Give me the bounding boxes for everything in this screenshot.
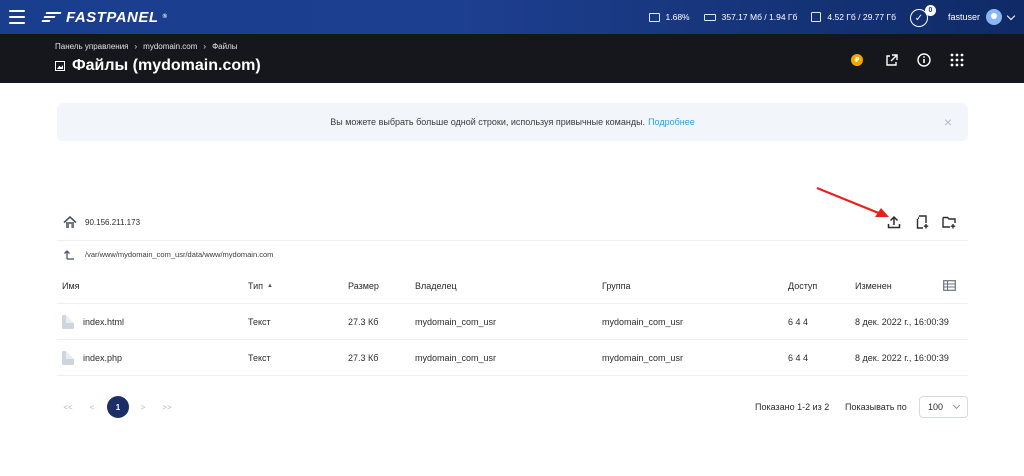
- ram-icon: [703, 13, 716, 21]
- file-modified: 8 дек. 2022 г., 16:00:39: [855, 316, 949, 327]
- user-menu[interactable]: fastuser: [947, 9, 1016, 25]
- file-access: 6 4 4: [788, 316, 809, 327]
- table-header: Имя Тип ▲ Размер Владелец Группа Доступ …: [57, 268, 968, 304]
- per-page-label: Показывать по: [845, 402, 907, 412]
- column-group[interactable]: Группа: [602, 268, 631, 303]
- page-header: Панель управления › mydomain.com › Файлы…: [0, 34, 1024, 83]
- column-settings[interactable]: [943, 268, 956, 303]
- table-row[interactable]: index.html Текст 27.3 Кб mydomain_com_us…: [57, 304, 968, 340]
- notifications-button[interactable]: ✓ 0: [909, 5, 936, 27]
- column-type-label: Тип: [248, 280, 264, 291]
- sort-asc-icon: ▲: [267, 282, 273, 289]
- column-name[interactable]: Имя: [62, 268, 80, 303]
- close-icon[interactable]: ×: [944, 114, 952, 130]
- upload-icon[interactable]: [887, 215, 901, 229]
- server-ip: 90.156.211.173: [85, 218, 141, 227]
- notice-more-link[interactable]: Подробнее: [648, 117, 695, 127]
- file-table: Имя Тип ▲ Размер Владелец Группа Доступ …: [57, 268, 968, 376]
- file-owner: mydomain_com_usr: [415, 316, 497, 327]
- file-icon: [62, 350, 74, 365]
- table-row[interactable]: index.php Текст 27.3 Кб mydomain_com_usr…: [57, 340, 968, 376]
- go-up-icon[interactable]: [63, 249, 75, 261]
- file-access: 6 4 4: [788, 352, 809, 363]
- file-group: mydomain_com_usr: [602, 352, 684, 363]
- file-type: Текст: [248, 352, 271, 363]
- info-notice: Вы можете выбрать больше одной строки, и…: [57, 103, 968, 141]
- avatar: [986, 9, 1002, 25]
- open-external-icon[interactable]: [883, 52, 899, 68]
- file-size: 27.3 Кб: [348, 352, 379, 363]
- coin-icon[interactable]: ₽: [851, 54, 863, 66]
- file-toolbar: 90.156.211.173: [57, 208, 968, 238]
- file-size: 27.3 Кб: [348, 316, 379, 327]
- breadcrumb: Панель управления › mydomain.com › Файлы: [55, 42, 238, 51]
- logo-registered-mark: ®: [162, 14, 168, 20]
- file-modified: 8 дек. 2022 г., 16:00:39: [855, 352, 949, 363]
- per-page-select[interactable]: 100: [919, 396, 968, 418]
- breadcrumb-files: Файлы: [212, 42, 238, 51]
- disk-value: 4.52 Гб / 29.77 Гб: [827, 12, 896, 22]
- logo-text: FASTPANEL: [66, 8, 159, 26]
- file-name: index.php: [83, 352, 123, 363]
- current-path: /var/www/mydomain_com_usr/data/www/mydom…: [85, 250, 274, 259]
- next-page-button[interactable]: >: [137, 396, 149, 418]
- prev-page-button[interactable]: <: [86, 396, 98, 418]
- chevron-down-icon: [952, 401, 961, 410]
- breadcrumb-separator: ›: [134, 42, 138, 51]
- file-name: index.html: [83, 316, 125, 327]
- per-page-value: 100: [928, 402, 944, 412]
- notice-text: Вы можете выбрать больше одной строки, и…: [330, 117, 646, 127]
- first-page-button[interactable]: <<: [61, 396, 75, 418]
- page-button-current[interactable]: 1: [107, 396, 129, 418]
- new-file-icon[interactable]: [915, 215, 929, 229]
- pagination-info: Показано 1-2 из 2: [755, 402, 830, 412]
- file-group: mydomain_com_usr: [602, 316, 684, 327]
- username: fastuser: [947, 12, 980, 22]
- current-path-bar: /var/www/mydomain_com_usr/data/www/mydom…: [57, 240, 968, 268]
- top-navbar: FASTPANEL ® 1.68% 357.17 Мб / 1.94 Гб 4.…: [0, 0, 1024, 34]
- ram-value: 357.17 Мб / 1.94 Гб: [721, 12, 798, 22]
- ram-stat: 357.17 Мб / 1.94 Гб: [703, 12, 798, 22]
- breadcrumb-site[interactable]: mydomain.com: [143, 42, 197, 51]
- breadcrumb-separator: ›: [203, 42, 207, 51]
- server-stats: 1.68% 357.17 Мб / 1.94 Гб 4.52 Гб / 29.7…: [648, 0, 1024, 34]
- file-name-cell: index.html: [62, 304, 124, 339]
- server-indicator: 90.156.211.173: [63, 216, 140, 229]
- file-icon: [62, 314, 74, 329]
- column-modified[interactable]: Изменен: [855, 268, 892, 303]
- pagination: << < 1 > >> Показано 1-2 из 2 Показывать…: [57, 396, 968, 418]
- table-settings-icon: [943, 280, 956, 291]
- disk-stat: 4.52 Гб / 29.77 Гб: [811, 12, 896, 22]
- file-name-cell: index.php: [62, 340, 122, 375]
- menu-icon[interactable]: [0, 0, 34, 34]
- notifications-badge: 0: [924, 5, 936, 16]
- image-icon: [55, 61, 65, 71]
- new-folder-icon[interactable]: [942, 215, 956, 229]
- column-owner[interactable]: Владелец: [415, 268, 457, 303]
- cpu-value: 1.68%: [665, 12, 690, 22]
- fastpanel-logo[interactable]: FASTPANEL ®: [41, 8, 168, 26]
- file-owner: mydomain_com_usr: [415, 352, 497, 363]
- home-icon: [63, 216, 77, 228]
- column-type[interactable]: Тип ▲: [248, 268, 273, 303]
- last-page-button[interactable]: >>: [160, 396, 174, 418]
- apps-grid-icon[interactable]: [949, 52, 965, 68]
- file-type: Текст: [248, 316, 271, 327]
- column-access[interactable]: Доступ: [788, 268, 817, 303]
- column-size[interactable]: Размер: [348, 268, 379, 303]
- disk-icon: [811, 12, 822, 22]
- page-title: Файлы (mydomain.com): [55, 57, 261, 75]
- page-title-text: Файлы (mydomain.com): [72, 57, 261, 74]
- breadcrumb-control-panel[interactable]: Панель управления: [55, 42, 129, 51]
- cpu-stat: 1.68%: [648, 12, 690, 22]
- logo-mark-icon: [41, 11, 62, 23]
- info-icon[interactable]: [916, 52, 932, 68]
- chevron-down-icon: [1006, 11, 1016, 20]
- cpu-icon: [648, 12, 660, 22]
